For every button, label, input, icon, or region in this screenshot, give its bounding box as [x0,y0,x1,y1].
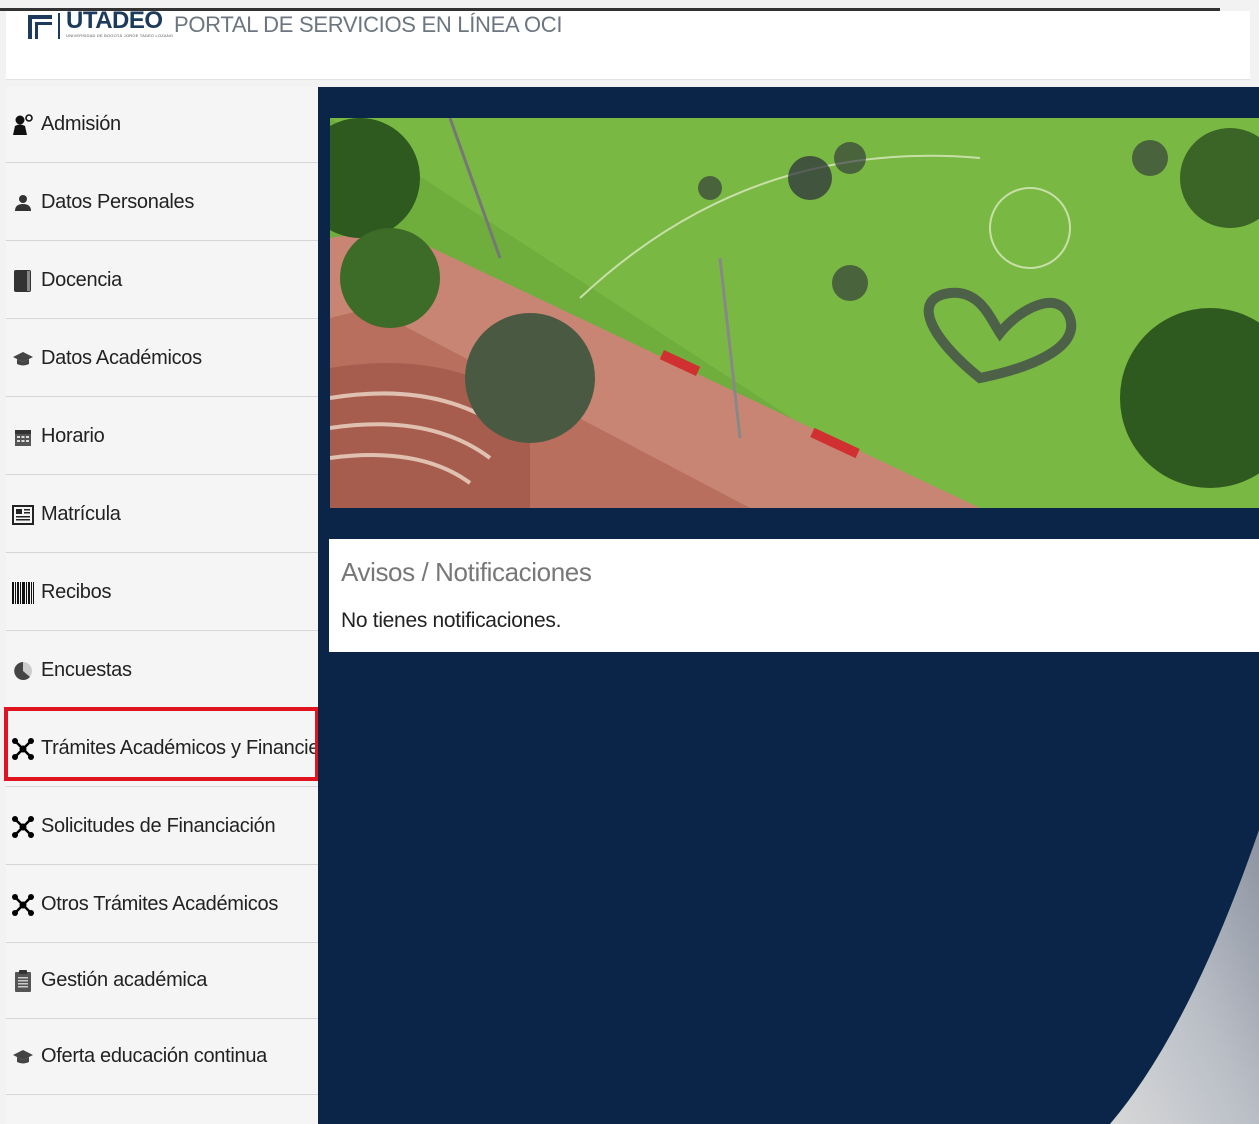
notifications-panel: Avisos / Notificaciones No tienes notifi… [329,539,1259,652]
notifications-message: No tienes notificaciones. [341,609,562,632]
network-icon [11,893,35,917]
sidebar-item-datos-personales[interactable]: Datos Personales [6,165,318,241]
logo-text-block: UTADEO UNIVERSIDAD DE BOGOTÁ JORGE TADEO… [66,7,174,39]
sidebar-item-recibos[interactable]: Recibos [6,555,318,631]
clipboard-icon [11,969,35,993]
graduation-cap-icon [11,1045,35,1069]
sidebar-item-label: Docencia [41,269,122,291]
logo-separator [58,13,60,39]
sidebar-item-label: Otros Trámites Académicos [41,893,279,915]
graduation-cap-icon [11,347,35,371]
logo-wordmark: UTADEO [66,7,163,34]
sidebar-item-matricula[interactable]: Matrícula [6,477,318,553]
sidebar-item-label: Trámites Académicos y Financie... [41,737,335,759]
page-curl-decoration [1110,830,1259,1124]
newspaper-icon [11,503,35,527]
sidebar-item-horario[interactable]: Horario [6,399,318,475]
campus-banner-image [330,118,1259,508]
portal-title: PORTAL DE SERVICIOS EN LÍNEA OCI [174,12,563,37]
sidebar-item-admision[interactable]: Admisión [6,87,318,163]
notifications-title: Avisos / Notificaciones [341,557,592,587]
sidebar-item-label: Recibos [41,581,112,603]
sidebar-item-label: Solicitudes de Financiación [41,815,276,837]
sidebar-item-datos-academicos[interactable]: Datos Académicos [6,321,318,397]
network-icon [11,815,35,839]
barcode-icon [11,581,35,605]
sidebar-item-label: Matrícula [41,503,121,525]
logo-subtext: UNIVERSIDAD DE BOGOTÁ JORGE TADEO LOZANO [66,33,174,38]
sidebar-item-oferta-educacion-continua[interactable]: Oferta educación continua [6,1019,318,1095]
sidebar-item-solicitudes-financiacion[interactable]: Solicitudes de Financiación [6,789,318,865]
sidebar-item-label: Admisión [41,113,121,135]
user-icon [11,191,35,215]
sidebar-item-tramites-academicos-financieros[interactable]: Trámites Académicos y Financie... [6,711,335,787]
sidebar-nav: Admisión Datos Personales Docencia Datos… [6,87,335,1124]
sidebar-item-label: Encuestas [41,659,132,681]
utadeo-logo[interactable]: UTADEO UNIVERSIDAD DE BOGOTÁ JORGE TADEO… [28,7,174,41]
pie-chart-icon [11,659,35,683]
sidebar-item-docencia[interactable]: Docencia [6,243,318,319]
sidebar-item-label: Datos Personales [41,191,195,213]
book-icon [11,269,35,293]
logo-mark-icon [28,11,54,41]
sidebar-item-label: Horario [41,425,105,447]
network-icon [11,737,35,761]
sidebar-item-encuestas[interactable]: Encuestas [6,633,318,709]
calendar-icon [11,425,35,449]
header: UTADEO UNIVERSIDAD DE BOGOTÁ JORGE TADEO… [6,7,1250,80]
sidebar-item-label: Gestión académica [41,969,208,991]
sidebar-item-gestion-academica[interactable]: Gestión académica [6,943,318,1019]
sidebar-item-label: Oferta educación continua [41,1045,267,1067]
sidebar-item-label: Datos Académicos [41,347,202,369]
sidebar-item-otros-tramites[interactable]: Otros Trámites Académicos [6,867,318,943]
admission-icon [11,113,35,137]
